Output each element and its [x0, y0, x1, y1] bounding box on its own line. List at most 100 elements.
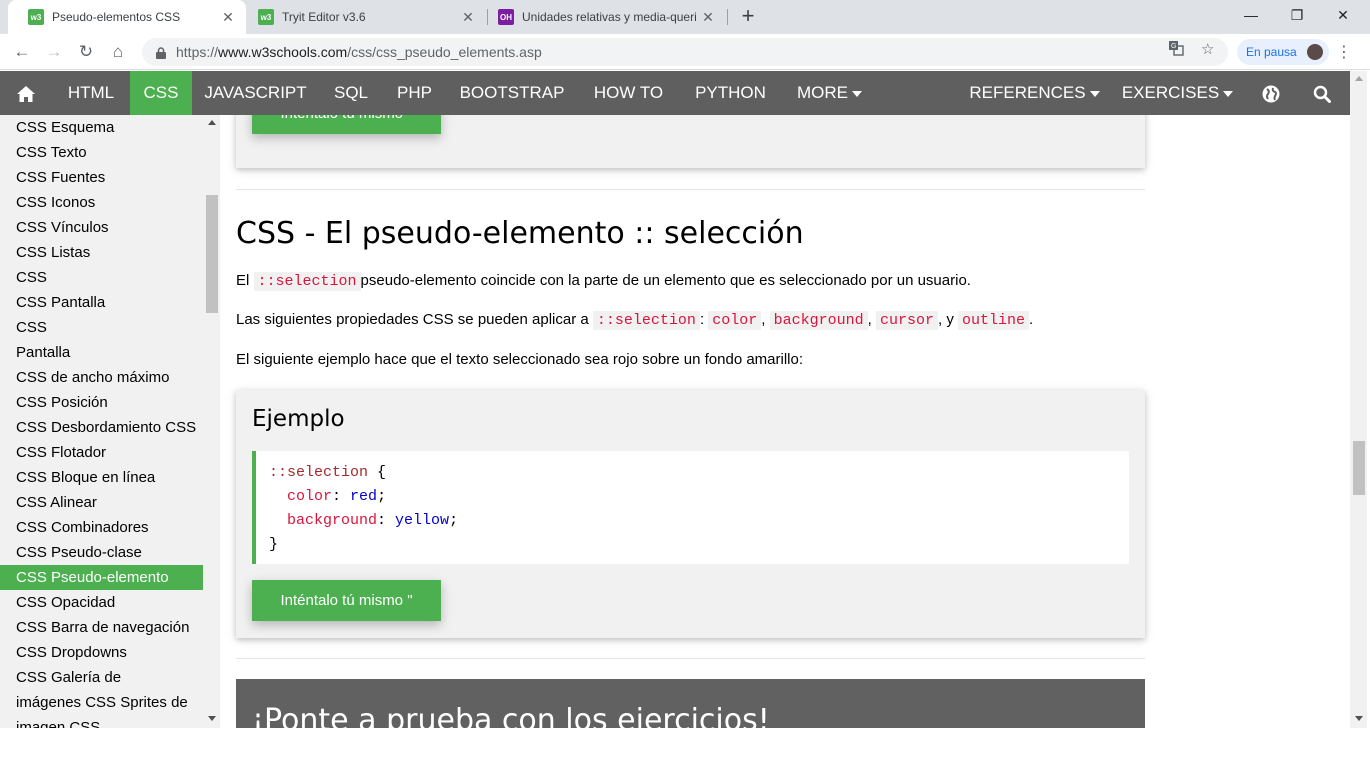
paragraph-properties: Las siguientes propiedades CSS se pueden… [236, 311, 1034, 330]
url-host: www.w3schools.com [218, 44, 348, 60]
sidebar-item[interactable]: CSS [0, 265, 203, 290]
sidebar-item[interactable]: CSS Iconos [0, 190, 203, 215]
nav-sql[interactable]: SQL [319, 71, 383, 115]
w3schools-icon: w3 [258, 9, 274, 25]
code-line: ::selection { [269, 461, 1116, 485]
sidebar-item[interactable]: CSS Galería de [0, 665, 203, 690]
try-it-yourself-button[interactable]: Inténtalo tú mismo " [252, 580, 441, 621]
sidebar-item[interactable]: CSS Esquema [0, 115, 203, 140]
divider [236, 189, 1145, 190]
sidebar-scrollbar[interactable] [203, 115, 220, 728]
sidebar-item[interactable]: imágenes CSS Sprites de [0, 690, 203, 715]
profile-paused-button[interactable]: En pausa [1237, 39, 1329, 65]
code-brace: } [269, 536, 279, 553]
caret-down-icon [852, 90, 862, 97]
address-bar[interactable]: https:// www.w3schools.com /css/css_pseu… [142, 38, 1228, 66]
tab-tryit-editor[interactable]: w3 Tryit Editor v3.6 ✕ [238, 0, 486, 34]
nav-php[interactable]: PHP [383, 71, 446, 115]
code-value: red [350, 488, 378, 505]
close-tab-icon[interactable]: ✕ [220, 9, 236, 26]
browser-tab-strip: w3 Pseudo-elementos CSS ✕ w3 Tryit Edito… [0, 0, 1370, 34]
sidebar-item[interactable]: CSS Posición [0, 390, 203, 415]
sidebar-item[interactable]: CSS Listas [0, 240, 203, 265]
page-scrollbar[interactable] [1350, 71, 1367, 728]
browser-menu-icon[interactable]: ⋮ [1336, 42, 1352, 62]
nav-references-label: REFERENCES [969, 83, 1086, 102]
p2-text: , y [938, 311, 959, 328]
sidebar-item[interactable]: CSS Desbordamiento CSS [0, 415, 203, 440]
p1-text: pseudo-elemento coincide con la parte de… [360, 272, 971, 289]
sidebar-item[interactable]: CSS Pseudo-clase [0, 540, 203, 565]
try-it-yourself-button[interactable]: Inténtalo tú mismo " [252, 115, 441, 134]
sidebar-item[interactable]: CSS Opacidad [0, 590, 203, 615]
sidebar-item[interactable]: CSS Flotador [0, 440, 203, 465]
exercise-banner: ¡Ponte a prueba con los ejercicios! [236, 679, 1145, 728]
sidebar-item[interactable]: CSS Fuentes [0, 165, 203, 190]
tab-title: Unidades relativas y media-queri [522, 10, 697, 24]
sidebar-item[interactable]: imagen CSS [0, 715, 203, 728]
search-icon[interactable] [1300, 71, 1344, 115]
sidebar-item[interactable]: CSS Barra de navegación [0, 615, 203, 640]
sidebar-item[interactable]: CSS de ancho máximo [0, 365, 203, 390]
code-example: ::selection { color: red; background: ye… [252, 451, 1129, 564]
close-window-button[interactable]: ✕ [1320, 0, 1366, 30]
tab-title: Pseudo-elementos CSS [52, 10, 181, 24]
sidebar-item[interactable]: CSS Bloque en línea [0, 465, 203, 490]
tab-unidades-relativas[interactable]: OH Unidades relativas y media-queri ✕ [478, 0, 726, 34]
p2-text: , [867, 311, 876, 328]
scroll-up-arrow-icon[interactable] [1355, 76, 1363, 81]
home-icon[interactable]: ⌂ [106, 40, 130, 64]
p2-text: . [1029, 311, 1034, 328]
sidebar-item[interactable]: CSS Vínculos [0, 215, 203, 240]
caret-down-icon [1089, 90, 1100, 97]
sidebar-item[interactable]: CSS Pseudo-elemento [0, 565, 203, 590]
nav-how-to[interactable]: HOW TO [578, 71, 679, 115]
nav-javascript[interactable]: JAVASCRIPT [192, 71, 319, 115]
sidebar-item[interactable]: CSS Texto [0, 140, 203, 165]
nav-more[interactable]: MORE [782, 71, 877, 115]
globe-icon[interactable] [1250, 71, 1292, 115]
scroll-up-arrow-icon[interactable] [208, 120, 216, 125]
back-arrow-icon[interactable]: ← [10, 40, 34, 64]
p2-text: Las siguientes propiedades CSS se pueden… [236, 311, 593, 328]
avatar [1305, 42, 1325, 62]
nav-css[interactable]: CSS [130, 71, 192, 115]
nav-html[interactable]: HTML [52, 71, 130, 115]
nav-references[interactable]: REFERENCES [959, 71, 1110, 115]
sidebar-scroll-thumb[interactable] [206, 195, 218, 313]
nav-exercises[interactable]: EXERCISES [1110, 71, 1245, 115]
nav-python[interactable]: PYTHON [679, 71, 782, 115]
code-line: } [269, 533, 1116, 557]
close-tab-icon[interactable]: ✕ [460, 9, 476, 26]
restore-button[interactable]: ❐ [1274, 0, 1320, 30]
translate-icon[interactable]: G [1168, 40, 1184, 60]
sidebar-item[interactable]: CSS Alinear [0, 490, 203, 515]
page-scroll-thumb[interactable] [1353, 441, 1365, 495]
tab-pseudo-elementos[interactable]: w3 Pseudo-elementos CSS ✕ [8, 0, 246, 34]
svg-text:G: G [1171, 43, 1176, 50]
nav-bootstrap[interactable]: BOOTSTRAP [446, 71, 578, 115]
code-background: background [769, 311, 868, 330]
code-selection: ::selection [253, 272, 361, 291]
sidebar-item[interactable]: CSS [0, 315, 203, 340]
code-property: color [287, 488, 333, 505]
home-icon[interactable] [0, 71, 52, 115]
sidebar-item[interactable]: CSS Dropdowns [0, 640, 203, 665]
code-brace: { [368, 464, 387, 481]
forward-arrow-icon[interactable]: → [42, 40, 66, 64]
scroll-down-arrow-icon[interactable] [1355, 716, 1363, 721]
code-line: color: red; [287, 488, 387, 505]
url-path: /css/css_pseudo_elements.asp [347, 44, 542, 60]
w3schools-icon: w3 [28, 9, 44, 25]
sidebar-item[interactable]: CSS Pantalla [0, 290, 203, 315]
section-title: CSS - El pseudo-elemento :: selección [236, 216, 804, 251]
sidebar-item[interactable]: Pantalla [0, 340, 203, 365]
code-color: color [708, 311, 762, 330]
sidebar-item[interactable]: CSS Combinadores [0, 515, 203, 540]
new-tab-button[interactable]: + [736, 5, 760, 29]
close-tab-icon[interactable]: ✕ [700, 9, 716, 26]
reload-icon[interactable]: ↻ [74, 40, 98, 64]
minimize-button[interactable]: — [1228, 0, 1274, 30]
bookmark-star-icon[interactable]: ☆ [1201, 40, 1214, 58]
scroll-down-arrow-icon[interactable] [208, 716, 216, 721]
